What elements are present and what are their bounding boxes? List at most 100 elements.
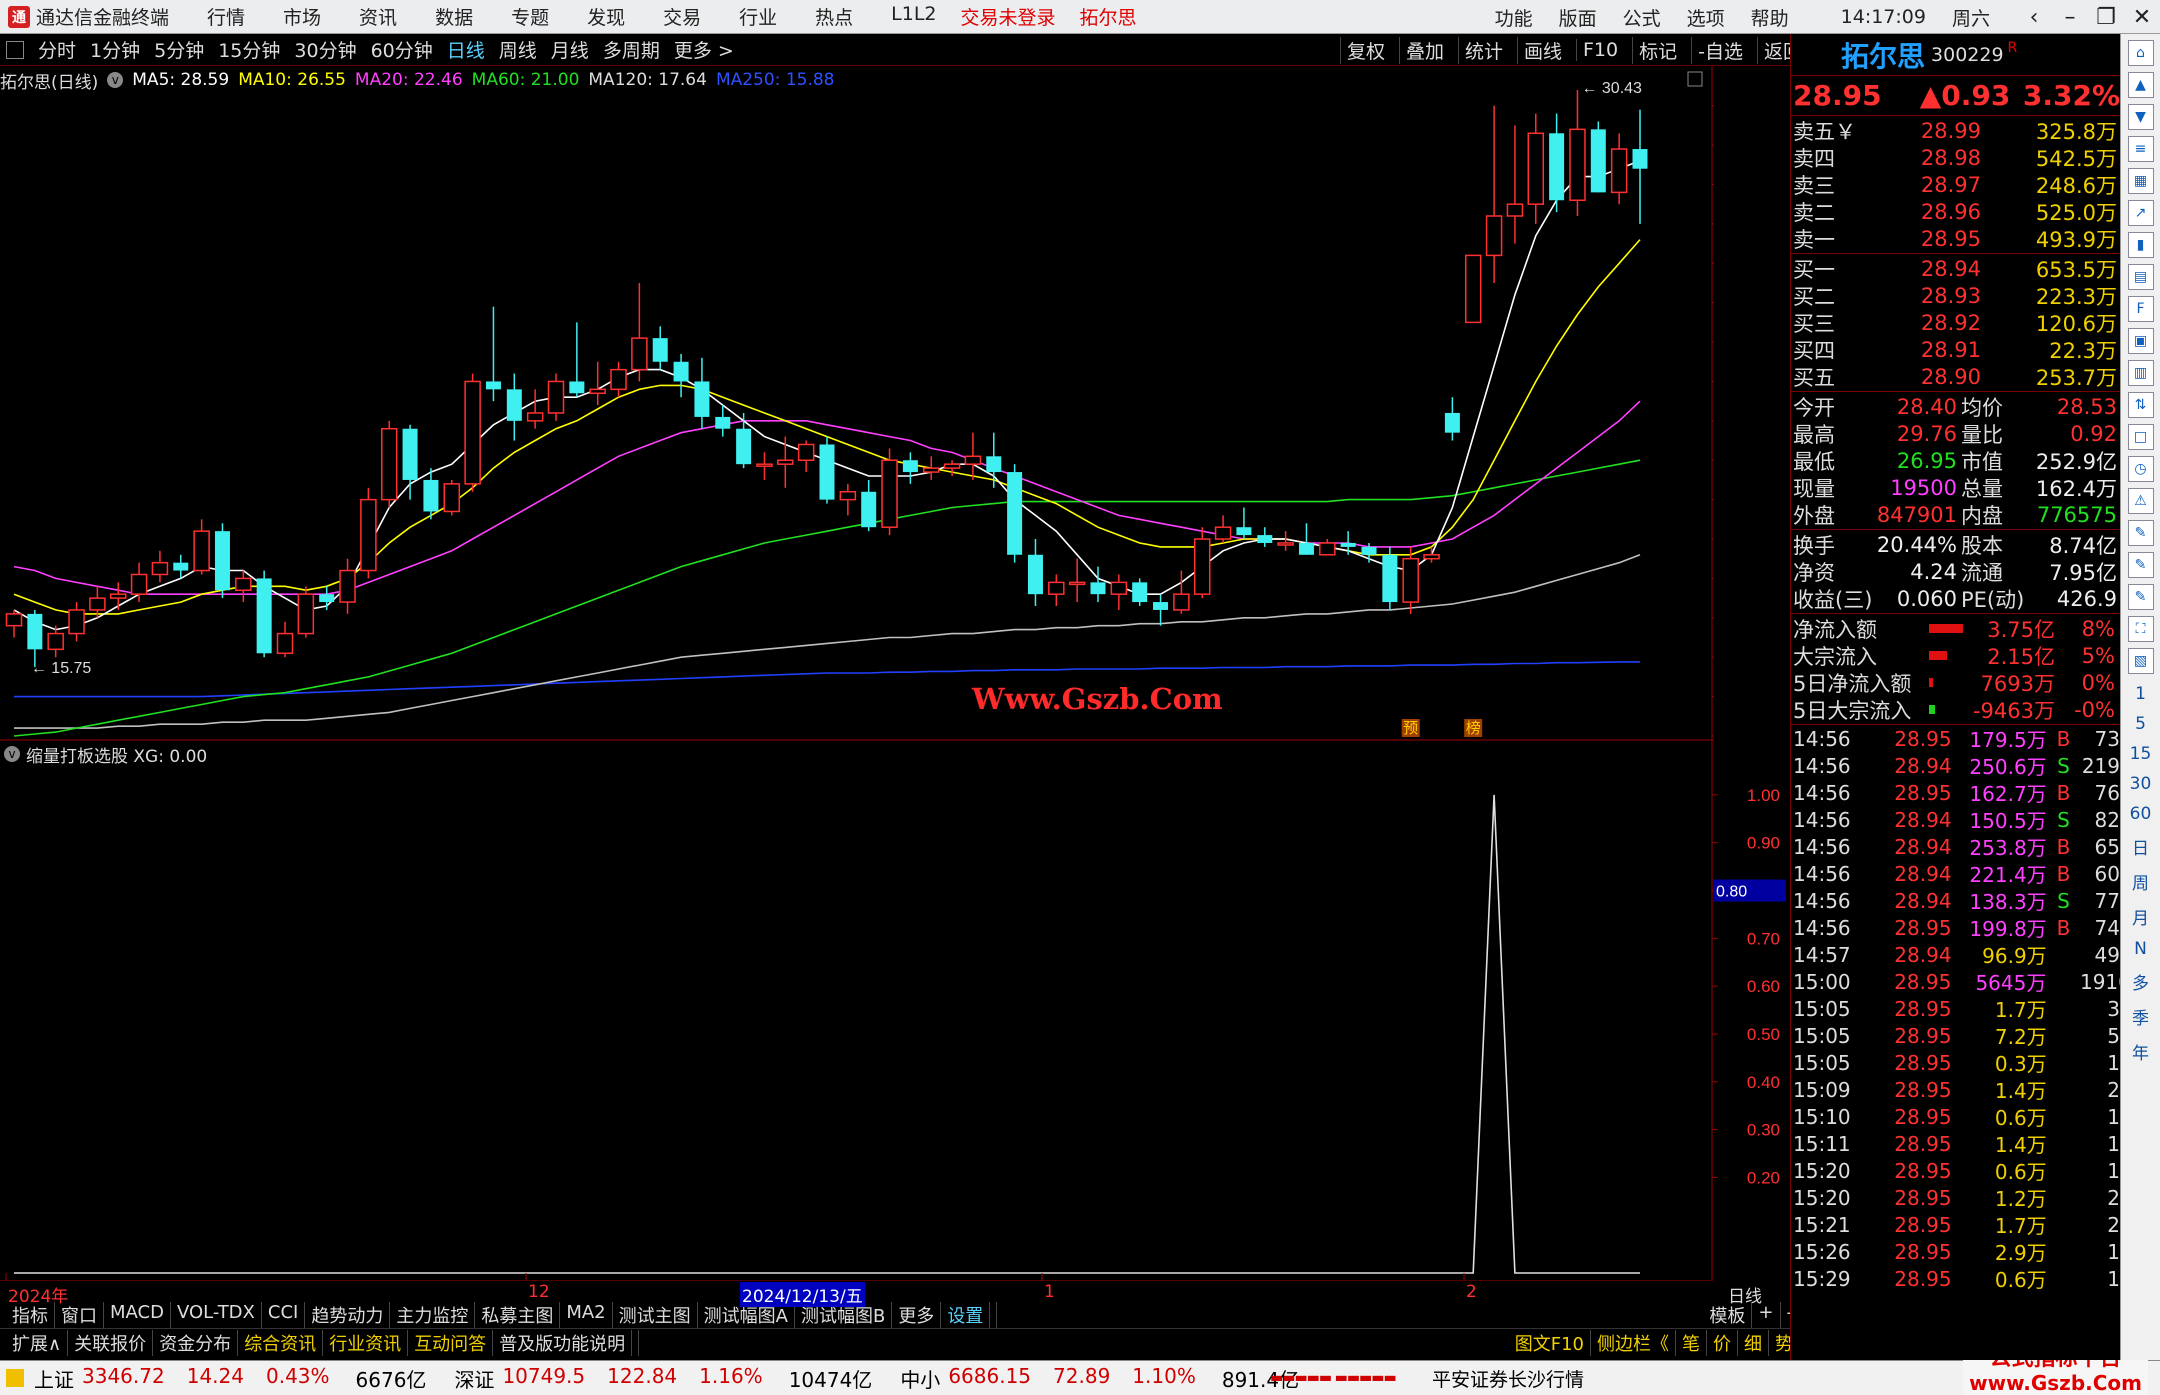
risk-icon[interactable]: ⚠ bbox=[2127, 488, 2154, 514]
indicator-chart[interactable]: 1.000.900.800.700.600.500.400.300.200.80 bbox=[0, 741, 1790, 1281]
period-0[interactable]: 分时 bbox=[38, 36, 76, 63]
period-8[interactable]: 月线 bbox=[551, 36, 589, 63]
img-icon[interactable]: ▧ bbox=[2127, 648, 2154, 674]
fs-icon[interactable]: ⛶ bbox=[2127, 616, 2154, 642]
table-icon[interactable]: ▤ bbox=[2127, 264, 2154, 290]
news-icon[interactable]: ▣ bbox=[2127, 328, 2154, 354]
panel-toggle-icon[interactable] bbox=[6, 40, 24, 59]
chart-tool-0[interactable]: 复权 bbox=[1339, 36, 1391, 64]
ma-toggle-icon[interactable]: v bbox=[107, 72, 124, 88]
menu-4[interactable]: 专题 bbox=[511, 3, 549, 30]
menu-8[interactable]: 热点 bbox=[815, 3, 853, 30]
period-9[interactable]: 多周期 bbox=[603, 36, 660, 63]
period-10[interactable]: 更多 > bbox=[674, 36, 734, 63]
info-tab-3[interactable]: 综合资讯 bbox=[238, 1329, 324, 1356]
chart-tool-5[interactable]: 标记 bbox=[1632, 36, 1683, 64]
close-icon[interactable]: ✕ bbox=[2124, 5, 2160, 30]
right-menu-2[interactable]: 公式 bbox=[1623, 4, 1661, 31]
clock-icon[interactable]: ◷ bbox=[2127, 456, 2154, 482]
index-panel-icon[interactable] bbox=[6, 1369, 24, 1387]
menu-0[interactable]: 行情 bbox=[207, 3, 245, 30]
period-7[interactable]: 周线 bbox=[499, 36, 537, 63]
f10-icon[interactable]: F bbox=[2127, 296, 2154, 322]
period-shortcut-5[interactable]: 日 bbox=[2132, 834, 2149, 859]
period-shortcut-9[interactable]: 多 bbox=[2132, 969, 2149, 994]
period-1[interactable]: 1分钟 bbox=[90, 36, 140, 63]
calc-icon[interactable]: ▥ bbox=[2127, 360, 2154, 386]
period-4[interactable]: 30分钟 bbox=[294, 36, 356, 63]
period-shortcut-6[interactable]: 周 bbox=[2132, 869, 2149, 894]
period-shortcut-8[interactable]: N bbox=[2134, 939, 2147, 959]
info-tab-5[interactable]: 互动问答 bbox=[408, 1329, 494, 1356]
period-5[interactable]: 60分钟 bbox=[371, 36, 433, 63]
menu-5[interactable]: 发现 bbox=[587, 3, 625, 30]
indicator-tab-2[interactable]: MACD bbox=[104, 1302, 171, 1328]
side-ctrl-0[interactable]: 图文F10 bbox=[1509, 1329, 1591, 1356]
indicator-tab-8[interactable]: MA2 bbox=[560, 1302, 613, 1328]
chart-icon[interactable]: ↗ bbox=[2127, 200, 2154, 226]
tick-list[interactable]: 14:56 28.95 179.5万 B 73 14:56 28.94 250.6万 S 219 1… bbox=[1791, 725, 2131, 1293]
stock-tab[interactable]: 拓尔思 bbox=[1080, 3, 1137, 30]
period-shortcut-10[interactable]: 季 bbox=[2132, 1004, 2149, 1029]
right-menu-1[interactable]: 版面 bbox=[1559, 4, 1597, 31]
indicator-tab-7[interactable]: 私募主图 bbox=[475, 1302, 561, 1328]
restore-icon[interactable]: ❐ bbox=[2088, 5, 2124, 30]
chart-tool-4[interactable]: F10 bbox=[1576, 39, 1624, 61]
indicator-tab-9[interactable]: 测试主图 bbox=[613, 1302, 698, 1328]
chart-tool-3[interactable]: 画线 bbox=[1516, 36, 1568, 64]
side-ctrl-4[interactable]: 细 bbox=[1738, 1329, 1769, 1356]
period-3[interactable]: 15分钟 bbox=[218, 36, 280, 63]
side-ctrl-1[interactable]: 侧边栏《 bbox=[1591, 1329, 1676, 1356]
minimize-icon[interactable]: – bbox=[2052, 5, 2088, 30]
menu-9[interactable]: L1L2 bbox=[891, 3, 936, 30]
menu-3[interactable]: 数据 bbox=[435, 3, 473, 30]
pen3-icon[interactable]: ✎ bbox=[2127, 584, 2154, 610]
sort-icon[interactable]: ⇅ bbox=[2127, 392, 2154, 418]
menu-7[interactable]: 行业 bbox=[739, 3, 777, 30]
down-icon[interactable]: ▼ bbox=[2127, 104, 2154, 130]
info-tab-1[interactable]: 关联报价 bbox=[68, 1329, 154, 1356]
up2-icon[interactable]: ▲ bbox=[2127, 72, 2154, 98]
menu-2[interactable]: 资讯 bbox=[359, 3, 397, 30]
indicator-tab-5[interactable]: 趋势动力 bbox=[305, 1302, 391, 1328]
period-shortcut-7[interactable]: 月 bbox=[2132, 904, 2149, 929]
side-ctrl-2[interactable]: 笔 bbox=[1676, 1329, 1707, 1356]
pen-icon[interactable]: ✎ bbox=[2127, 520, 2154, 546]
indicator-tab-6[interactable]: 主力监控 bbox=[390, 1302, 476, 1328]
chart-tool-2[interactable]: 统计 bbox=[1457, 36, 1509, 64]
info-tab-2[interactable]: 资金分布 bbox=[153, 1329, 239, 1356]
indicator-tab-4[interactable]: CCI bbox=[262, 1302, 306, 1328]
chart-tool-1[interactable]: 叠加 bbox=[1398, 36, 1450, 64]
index-item[interactable]: 中小 6686.15 72.89 1.10% 891.4亿 bbox=[890, 1364, 1317, 1393]
pen2-icon[interactable]: ✎ bbox=[2127, 552, 2154, 578]
back-icon[interactable]: ‹ bbox=[2016, 5, 2052, 30]
period-shortcut-0[interactable]: 1 bbox=[2135, 684, 2146, 704]
period-shortcut-4[interactable]: 60 bbox=[2130, 804, 2152, 824]
grid-icon[interactable]: ▦ bbox=[2127, 168, 2154, 194]
info-tab-6[interactable]: 普及版功能说明 bbox=[493, 1329, 633, 1356]
period-shortcut-3[interactable]: 30 bbox=[2130, 774, 2152, 794]
indicator-toggle-icon[interactable]: v bbox=[4, 746, 20, 762]
right-menu-4[interactable]: 帮助 bbox=[1751, 4, 1789, 31]
right-menu-3[interactable]: 选项 bbox=[1687, 4, 1725, 31]
indicator-tab-3[interactable]: VOL-TDX bbox=[171, 1302, 262, 1328]
up-icon[interactable]: ⌂ bbox=[2127, 40, 2154, 66]
right-menu-0[interactable]: 功能 bbox=[1495, 4, 1533, 31]
info-tab-4[interactable]: 行业资讯 bbox=[323, 1329, 409, 1356]
bars-icon[interactable]: ▮ bbox=[2127, 232, 2154, 258]
info-tab-0[interactable]: 扩展∧ bbox=[6, 1329, 69, 1356]
index-item[interactable]: 上证 3346.72 14.24 0.43% 6676亿 bbox=[24, 1364, 444, 1393]
period-shortcut-1[interactable]: 5 bbox=[2135, 714, 2146, 734]
period-6[interactable]: 日线 bbox=[447, 36, 485, 63]
login-status[interactable]: 交易未登录 bbox=[961, 3, 1056, 30]
fund-icon[interactable]: □ bbox=[2127, 424, 2154, 450]
menu-6[interactable]: 交易 bbox=[663, 3, 701, 30]
period-2[interactable]: 5分钟 bbox=[154, 36, 204, 63]
chart-tool-6[interactable]: -自选 bbox=[1691, 36, 1749, 64]
period-shortcut-2[interactable]: 15 bbox=[2130, 744, 2152, 764]
index-item[interactable]: 深证 10749.5 122.84 1.16% 10474亿 bbox=[444, 1364, 890, 1393]
side-ctrl-3[interactable]: 价 bbox=[1707, 1329, 1738, 1356]
period-shortcut-11[interactable]: 年 bbox=[2132, 1039, 2149, 1064]
indicator-tab-12[interactable]: 更多 bbox=[892, 1302, 942, 1328]
price-chart[interactable]: 30.0029.0028.0027.0026.0025.0024.0023.00… bbox=[0, 66, 1714, 741]
